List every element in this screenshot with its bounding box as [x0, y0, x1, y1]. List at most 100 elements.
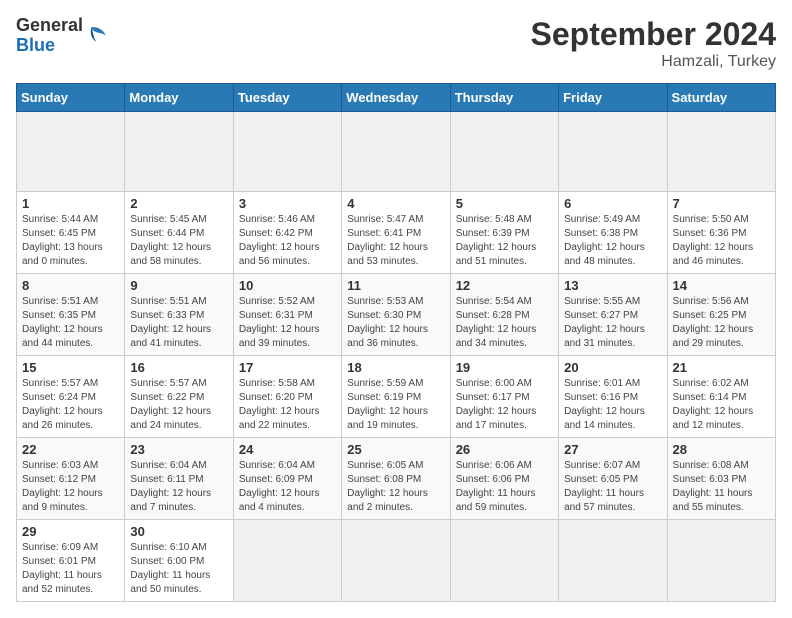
cell-info: Sunrise: 5:51 AM Sunset: 6:33 PM Dayligh…	[130, 295, 227, 351]
day-number: 14	[673, 278, 770, 293]
calendar-cell: 3Sunrise: 5:46 AM Sunset: 6:42 PM Daylig…	[233, 192, 341, 274]
cell-info: Sunrise: 5:46 AM Sunset: 6:42 PM Dayligh…	[239, 213, 336, 269]
cell-info: Sunrise: 6:03 AM Sunset: 6:12 PM Dayligh…	[22, 459, 119, 515]
calendar-cell: 19 Sunrise: 6:00 AM Sunset: 6:17 PM Dayli…	[450, 356, 558, 438]
calendar-cell: 24 Sunrise: 6:04 AM Sunset: 6:09 PM Dayli…	[233, 438, 341, 520]
calendar-cell: 15Sunrise: 5:57 AM Sunset: 6:24 PM Dayli…	[17, 356, 125, 438]
cell-info: Sunrise: 5:44 AM Sunset: 6:45 PM Dayligh…	[22, 213, 119, 269]
cell-info: Sunrise: 6:06 AM Sunset: 6:06 PM Dayligh…	[456, 459, 553, 515]
cell-info: Sunrise: 6:04 AM Sunset: 6:09 PM Dayligh…	[239, 459, 336, 515]
day-number: 11	[347, 278, 444, 293]
calendar-cell: 4 Sunrise: 5:47 AM Sunset: 6:41 PM Daylig…	[342, 192, 450, 274]
cell-info: Sunrise: 5:48 AM Sunset: 6:39 PM Dayligh…	[456, 213, 553, 269]
day-number: 20	[564, 360, 661, 375]
day-number: 4	[347, 196, 444, 211]
calendar-cell	[233, 112, 341, 192]
calendar-cell: 23 Sunrise: 6:04 AM Sunset: 6:11 PM Dayli…	[125, 438, 233, 520]
cell-info: Sunrise: 6:01 AM Sunset: 6:16 PM Dayligh…	[564, 377, 661, 433]
calendar-cell: 14 Sunrise: 5:56 AM Sunset: 6:25 PM Dayli…	[667, 274, 775, 356]
cell-info: Sunrise: 6:08 AM Sunset: 6:03 PM Dayligh…	[673, 459, 770, 515]
page-header: General Blue September 2024 Hamzali, Tur…	[16, 16, 776, 71]
logo-general: General	[16, 16, 83, 36]
calendar-cell	[342, 520, 450, 602]
calendar-cell: 8 Sunrise: 5:51 AM Sunset: 6:35 PM Daylig…	[17, 274, 125, 356]
day-number: 7	[673, 196, 770, 211]
day-number: 22	[22, 442, 119, 457]
calendar-cell	[17, 112, 125, 192]
cell-info: Sunrise: 5:53 AM Sunset: 6:30 PM Dayligh…	[347, 295, 444, 351]
month-title: September 2024	[531, 16, 776, 53]
day-number: 19	[456, 360, 553, 375]
cell-info: Sunrise: 5:51 AM Sunset: 6:35 PM Dayligh…	[22, 295, 119, 351]
cell-info: Sunrise: 5:45 AM Sunset: 6:44 PM Dayligh…	[130, 213, 227, 269]
calendar-cell	[559, 112, 667, 192]
calendar-header: SundayMondayTuesdayWednesdayThursdayFrid…	[17, 84, 776, 112]
day-number: 17	[239, 360, 336, 375]
logo-blue: Blue	[16, 36, 83, 56]
calendar-cell	[233, 520, 341, 602]
day-number: 23	[130, 442, 227, 457]
calendar-cell: 1 Sunrise: 5:44 AM Sunset: 6:45 PM Daylig…	[17, 192, 125, 274]
title-block: September 2024 Hamzali, Turkey	[531, 16, 776, 71]
day-number: 2	[130, 196, 227, 211]
calendar-cell: 28 Sunrise: 6:08 AM Sunset: 6:03 PM Dayli…	[667, 438, 775, 520]
cell-info: Sunrise: 6:10 AM Sunset: 6:00 PM Dayligh…	[130, 541, 227, 597]
day-number: 16	[130, 360, 227, 375]
cell-info: Sunrise: 5:49 AM Sunset: 6:38 PM Dayligh…	[564, 213, 661, 269]
calendar-cell: 22 Sunrise: 6:03 AM Sunset: 6:12 PM Dayli…	[17, 438, 125, 520]
cell-info: Sunrise: 6:02 AM Sunset: 6:14 PM Dayligh…	[673, 377, 770, 433]
day-number: 9	[130, 278, 227, 293]
calendar-cell: 7Sunrise: 5:50 AM Sunset: 6:36 PM Daylig…	[667, 192, 775, 274]
day-number: 24	[239, 442, 336, 457]
cell-info: Sunrise: 5:47 AM Sunset: 6:41 PM Dayligh…	[347, 213, 444, 269]
week-row-1: 1 Sunrise: 5:44 AM Sunset: 6:45 PM Daylig…	[17, 192, 776, 274]
day-number: 25	[347, 442, 444, 457]
day-number: 5	[456, 196, 553, 211]
calendar-table: SundayMondayTuesdayWednesdayThursdayFrid…	[16, 83, 776, 602]
calendar-cell: 5 Sunrise: 5:48 AM Sunset: 6:39 PM Daylig…	[450, 192, 558, 274]
calendar-cell	[667, 520, 775, 602]
calendar-cell	[667, 112, 775, 192]
col-header-sunday: Sunday	[17, 84, 125, 112]
day-number: 27	[564, 442, 661, 457]
calendar-cell	[559, 520, 667, 602]
col-header-friday: Friday	[559, 84, 667, 112]
cell-info: Sunrise: 6:04 AM Sunset: 6:11 PM Dayligh…	[130, 459, 227, 515]
day-number: 13	[564, 278, 661, 293]
calendar-cell	[450, 112, 558, 192]
calendar-cell: 21Sunrise: 6:02 AM Sunset: 6:14 PM Dayli…	[667, 356, 775, 438]
location-title: Hamzali, Turkey	[531, 53, 776, 71]
calendar-cell: 18Sunrise: 5:59 AM Sunset: 6:19 PM Dayli…	[342, 356, 450, 438]
day-number: 30	[130, 524, 227, 539]
cell-info: Sunrise: 6:00 AM Sunset: 6:17 PM Dayligh…	[456, 377, 553, 433]
col-header-thursday: Thursday	[450, 84, 558, 112]
calendar-cell: 27 Sunrise: 6:07 AM Sunset: 6:05 PM Dayli…	[559, 438, 667, 520]
cell-info: Sunrise: 5:59 AM Sunset: 6:19 PM Dayligh…	[347, 377, 444, 433]
calendar-cell: 13Sunrise: 5:55 AM Sunset: 6:27 PM Dayli…	[559, 274, 667, 356]
day-number: 15	[22, 360, 119, 375]
day-number: 8	[22, 278, 119, 293]
calendar-cell	[342, 112, 450, 192]
calendar-cell	[450, 520, 558, 602]
day-number: 1	[22, 196, 119, 211]
calendar-cell: 16Sunrise: 5:57 AM Sunset: 6:22 PM Dayli…	[125, 356, 233, 438]
calendar-cell: 2 Sunrise: 5:45 AM Sunset: 6:44 PM Daylig…	[125, 192, 233, 274]
week-row-2: 8 Sunrise: 5:51 AM Sunset: 6:35 PM Daylig…	[17, 274, 776, 356]
col-header-saturday: Saturday	[667, 84, 775, 112]
col-header-tuesday: Tuesday	[233, 84, 341, 112]
week-row-3: 15Sunrise: 5:57 AM Sunset: 6:24 PM Dayli…	[17, 356, 776, 438]
day-number: 29	[22, 524, 119, 539]
day-number: 6	[564, 196, 661, 211]
header-row: SundayMondayTuesdayWednesdayThursdayFrid…	[17, 84, 776, 112]
cell-info: Sunrise: 5:56 AM Sunset: 6:25 PM Dayligh…	[673, 295, 770, 351]
logo: General Blue	[16, 16, 109, 56]
cell-info: Sunrise: 6:07 AM Sunset: 6:05 PM Dayligh…	[564, 459, 661, 515]
calendar-cell: 10Sunrise: 5:52 AM Sunset: 6:31 PM Dayli…	[233, 274, 341, 356]
day-number: 28	[673, 442, 770, 457]
cell-info: Sunrise: 6:09 AM Sunset: 6:01 PM Dayligh…	[22, 541, 119, 597]
calendar-cell: 11 Sunrise: 5:53 AM Sunset: 6:30 PM Dayli…	[342, 274, 450, 356]
day-number: 10	[239, 278, 336, 293]
calendar-cell: 6 Sunrise: 5:49 AM Sunset: 6:38 PM Daylig…	[559, 192, 667, 274]
logo-icon	[85, 24, 109, 48]
calendar-cell: 17Sunrise: 5:58 AM Sunset: 6:20 PM Dayli…	[233, 356, 341, 438]
